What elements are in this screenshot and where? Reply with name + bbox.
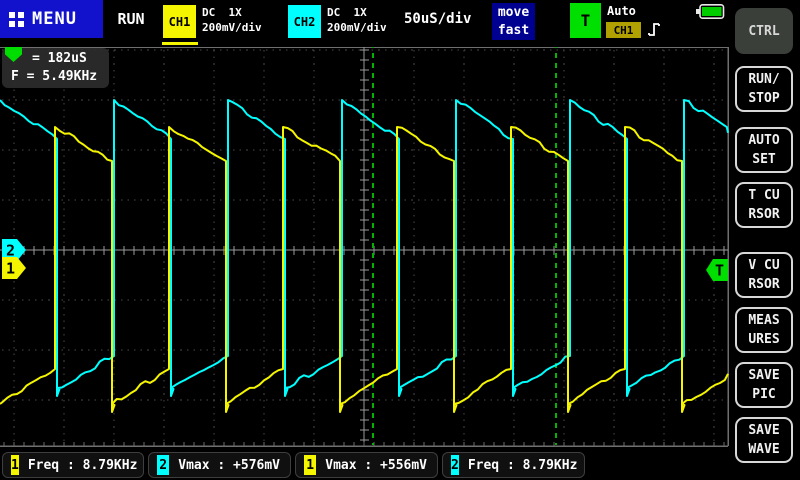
measurement-bar: 1 Freq : 8.79KHz 2 Vmax : +576mV 1 Vmax … — [0, 449, 730, 480]
ch1-chip-badge: 1 — [304, 455, 316, 475]
trigger-source-badge[interactable]: CH1 — [606, 22, 641, 38]
trigger-badge[interactable]: T — [570, 3, 601, 38]
svg-text:2: 2 — [6, 242, 15, 260]
cursor-delta-time: = 182uS — [32, 51, 87, 66]
ch1-position-marker[interactable]: 1 — [2, 257, 26, 279]
measure-chip: 2 Freq : 8.79KHz — [442, 452, 585, 478]
ch1-settings[interactable]: DC 1X 200mV/div — [202, 5, 262, 35]
plot-svg: 21T — [0, 0, 730, 480]
top-toolbar: MENU RUN CH1 DC 1X 200mV/div CH2 DC 1X 200… — [0, 0, 730, 47]
ch1-badge[interactable]: CH1 — [163, 5, 196, 38]
fast-label: fast — [498, 23, 529, 38]
auto-set-button[interactable]: AUTOSET — [735, 127, 793, 173]
v-cursor-button[interactable]: V CURSOR — [735, 252, 793, 298]
measure-value: Freq : 8.79KHz — [28, 458, 138, 473]
move-speed-button[interactable]: move fast — [492, 3, 535, 40]
ch1-chip-badge: 1 — [11, 455, 19, 475]
grid-layer — [0, 42, 728, 446]
run-stop-button[interactable]: RUN/STOP — [735, 66, 793, 112]
menu-button[interactable]: MENU — [0, 0, 103, 38]
cursor-flag-icon[interactable] — [5, 45, 22, 62]
save-pic-button[interactable]: SAVEPIC — [735, 362, 793, 408]
trigger-edge-icon — [648, 21, 661, 38]
ch1-active-underline — [162, 42, 198, 45]
measure-value: Vmax : +556mV — [325, 458, 427, 473]
trigger-mode: Auto — [607, 4, 636, 18]
svg-text:1: 1 — [6, 260, 15, 278]
battery-icon — [695, 4, 725, 19]
ch1-scale: 200mV/div — [202, 21, 262, 34]
ch2-scale: 200mV/div — [327, 21, 387, 34]
ch2-chip-badge: 2 — [451, 455, 459, 475]
menu-grid-icon — [9, 12, 24, 27]
measure-chip: 1 Vmax : +556mV — [295, 452, 438, 478]
trigger-level-marker[interactable]: T — [706, 259, 728, 281]
ch2-settings[interactable]: DC 1X 200mV/div — [327, 5, 387, 35]
cursor-readout-box: = 182uS F = 5.49KHz — [2, 48, 109, 88]
move-label: move — [498, 5, 529, 20]
measures-button[interactable]: MEASURES — [735, 307, 793, 353]
run-status: RUN — [100, 0, 162, 38]
timebase-value[interactable]: 50uS/div — [404, 11, 471, 27]
measure-value: Freq : 8.79KHz — [468, 458, 578, 473]
cursor-frequency: F = 5.49KHz — [11, 69, 97, 84]
ch1-coupling: DC 1X — [202, 6, 242, 19]
ch2-chip-badge: 2 — [157, 455, 169, 475]
svg-text:T: T — [715, 262, 724, 280]
ctrl-button[interactable]: CTRL — [735, 8, 793, 54]
softkey-sidebar: CTRL RUN/STOP AUTOSET T CURSOR V CURSOR … — [730, 0, 800, 480]
ch2-badge[interactable]: CH2 — [288, 5, 321, 38]
menu-label: MENU — [32, 9, 77, 29]
save-wave-button[interactable]: SAVEWAVE — [735, 417, 793, 463]
measure-chip: 1 Freq : 8.79KHz — [2, 452, 144, 478]
t-cursor-button[interactable]: T CURSOR — [735, 182, 793, 228]
ch2-coupling: DC 1X — [327, 6, 367, 19]
measure-value: Vmax : +576mV — [178, 458, 280, 473]
measure-chip: 2 Vmax : +576mV — [148, 452, 291, 478]
